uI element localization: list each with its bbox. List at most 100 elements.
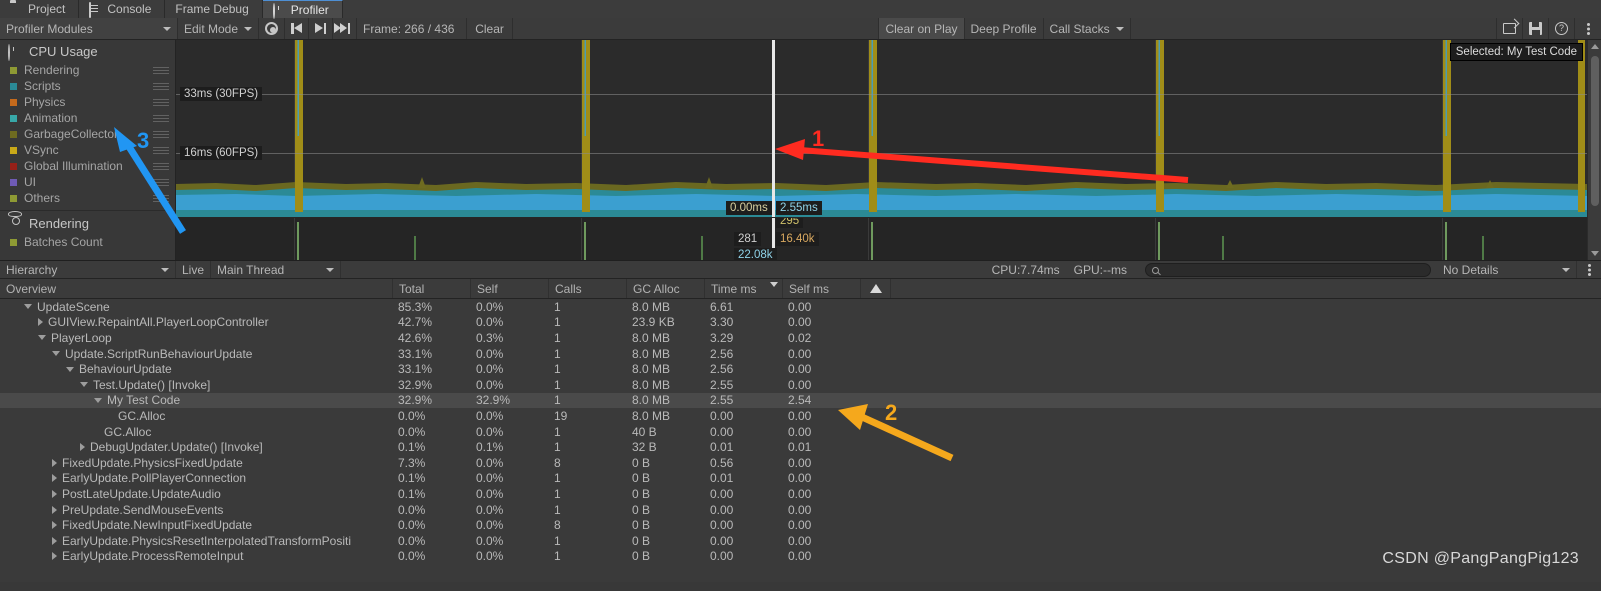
legend-item-rendering[interactable]: Rendering [0,62,175,78]
table-cell-label: UpdateScene [37,299,110,314]
previous-frame-button[interactable] [285,18,310,39]
drag-handle-icon[interactable] [153,82,169,90]
legend-item-scripts[interactable]: Scripts [0,78,175,94]
table-row[interactable]: FixedUpdate.NewInputFixedUpdate 0.0% 0.0% 8… [0,517,1601,533]
module-header-rendering[interactable]: Rendering [0,212,175,234]
scrollbar-thumb[interactable] [1591,56,1599,206]
drag-handle-icon[interactable] [153,162,169,170]
toolbar-menu-button[interactable] [1575,18,1601,39]
triangle-down-icon[interactable] [66,366,74,372]
table-cell-gc-alloc: 32 B [632,440,657,455]
legend-item-batches-count[interactable]: Batches Count [0,234,175,250]
table-row[interactable]: EarlyUpdate.PollPlayerConnection 0.1% 0.0%… [0,471,1601,487]
triangle-down-icon[interactable] [52,351,60,357]
clear-on-play-toggle[interactable]: Clear on Play [879,18,965,39]
triangle-down-icon[interactable] [80,382,88,388]
triangle-right-icon[interactable] [52,474,57,483]
column-header-gc-alloc[interactable]: GC Alloc [626,279,704,298]
profiler-modules-dropdown[interactable]: Profiler Modules [0,18,178,39]
drag-handle-icon[interactable] [153,66,169,74]
gridline-16ms [176,153,1587,154]
help-button[interactable]: ? [1549,18,1575,39]
table-row[interactable]: GC.Alloc 0.0% 0.0% 19 8.0 MB 0.00 0.00 [0,408,1601,424]
call-stacks-dropdown[interactable]: Call Stacks [1044,18,1131,39]
column-header-time-ms[interactable]: Time ms [704,279,782,298]
table-cell-total: 0.1% [398,440,426,455]
triangle-down-icon[interactable] [38,335,46,341]
triangle-right-icon[interactable] [80,443,85,452]
clear-button[interactable]: Clear [467,18,514,39]
profiler-table-body[interactable]: UpdateScene 85.3% 0.0% 1 8.0 MB 6.61 0.00 GUIVi… [0,299,1601,582]
last-frame-button[interactable] [333,18,358,39]
table-row[interactable]: FixedUpdate.PhysicsFixedUpdate 7.3% 0.0% 8 0… [0,455,1601,471]
thread-dropdown[interactable]: Main Thread [211,261,342,278]
triangle-right-icon[interactable] [52,536,57,545]
table-row[interactable]: EarlyUpdate.ProcessRemoteInput 0.0% 0.0% 1 0… [0,549,1601,565]
legend-label: Animation [24,111,78,125]
module-header-cpu[interactable]: CPU Usage [0,40,175,62]
tab-project[interactable]: Project [0,0,80,18]
tab-frame-debug[interactable]: Frame Debug [165,0,263,18]
view-type-dropdown[interactable]: Hierarchy [0,261,176,278]
table-row[interactable]: PostLateUpdate.UpdateAudio 0.1% 0.0% 1 0 B 0.… [0,486,1601,502]
details-dropdown[interactable]: No Details [1437,261,1577,278]
triangle-down-icon[interactable] [24,304,32,310]
legend-item-global-illumination[interactable]: Global Illumination [0,158,175,174]
color-swatch [10,98,17,106]
triangle-right-icon[interactable] [52,458,57,467]
table-row[interactable]: BehaviourUpdate 33.1% 0.0% 1 8.0 MB 2.56 0.00 [0,361,1601,377]
tab-profiler[interactable]: Profiler [262,0,343,19]
graph-vertical-scrollbar[interactable] [1587,40,1601,260]
table-row[interactable]: Test.Update() [Invoke] 32.9% 0.0% 1 8.0 MB 2.… [0,377,1601,393]
cpu-usage-graph[interactable]: 33ms (30FPS) 16ms (60FPS) Selected: My T… [176,40,1587,217]
triangle-right-icon[interactable] [52,505,57,514]
drag-handle-icon[interactable] [153,114,169,122]
scroll-up-arrow-icon[interactable] [1591,44,1599,49]
search-input[interactable] [1145,263,1431,277]
drag-handle-icon[interactable] [153,146,169,154]
edit-mode-dropdown[interactable]: Edit Mode [178,18,260,39]
legend-item-animation[interactable]: Animation [0,110,175,126]
live-toggle[interactable]: Live [176,261,212,278]
column-header-total[interactable]: Total [392,279,470,298]
table-row[interactable]: Update.ScriptRunBehaviourUpdate 33.1% 0.0%… [0,346,1601,362]
legend-item-others[interactable]: Others [0,190,175,206]
triangle-down-icon[interactable] [94,397,102,403]
selected-frame-marker[interactable] [772,40,775,217]
column-header-calls[interactable]: Calls [548,279,626,298]
drag-handle-icon[interactable] [153,178,169,186]
column-header-overview[interactable]: Overview [0,279,392,298]
table-row[interactable]: PreUpdate.SendMouseEvents 0.0% 0.0% 1 0 B 0.0… [0,502,1601,518]
drag-handle-icon[interactable] [153,98,169,106]
table-row[interactable]: EarlyUpdate.PhysicsResetInterpolatedTran… [0,533,1601,549]
legend-item-ui[interactable]: UI [0,174,175,190]
table-row[interactable]: UpdateScene 85.3% 0.0% 1 8.0 MB 6.61 0.00 [0,299,1601,315]
table-row[interactable]: DebugUpdater.Update() [Invoke] 0.1% 0.1% 1 3… [0,439,1601,455]
legend-item-physics[interactable]: Physics [0,94,175,110]
load-profile-button[interactable] [1497,18,1523,39]
triangle-right-icon[interactable] [38,318,43,327]
tab-console[interactable]: Console [79,0,166,18]
deep-profile-toggle[interactable]: Deep Profile [965,18,1044,39]
table-row[interactable]: My Test Code 32.9% 32.9% 1 8.0 MB 2.55 2.54 [0,392,1601,409]
triangle-right-icon[interactable] [52,521,57,530]
scroll-down-arrow-icon[interactable] [1591,251,1599,256]
save-profile-button[interactable] [1523,18,1549,39]
rendering-graph[interactable]: 295 281 16.40k 22.08k [176,218,1587,260]
drag-handle-icon[interactable] [153,194,169,202]
tab-label: Frame Debug [175,2,249,16]
column-header-warning[interactable] [860,279,890,298]
drag-handle-icon[interactable] [153,130,169,138]
triangle-right-icon[interactable] [52,489,57,498]
record-button[interactable] [259,18,286,39]
column-header-self-ms[interactable]: Self ms [782,279,860,298]
next-frame-button[interactable] [309,18,334,39]
column-header-self[interactable]: Self [470,279,548,298]
table-row[interactable]: GC.Alloc 0.0% 0.0% 1 40 B 0.00 0.00 [0,424,1601,440]
table-row[interactable]: PlayerLoop 42.6% 0.3% 1 8.0 MB 3.29 0.02 [0,330,1601,346]
table-cell-name: Update.ScriptRunBehaviourUpdate [0,347,392,361]
triangle-right-icon[interactable] [52,552,57,561]
hierarchy-menu-button[interactable] [1577,261,1601,278]
table-cell-gc-alloc: 0 B [632,518,651,533]
table-row[interactable]: GUIView.RepaintAll.PlayerLoopController 4… [0,315,1601,331]
